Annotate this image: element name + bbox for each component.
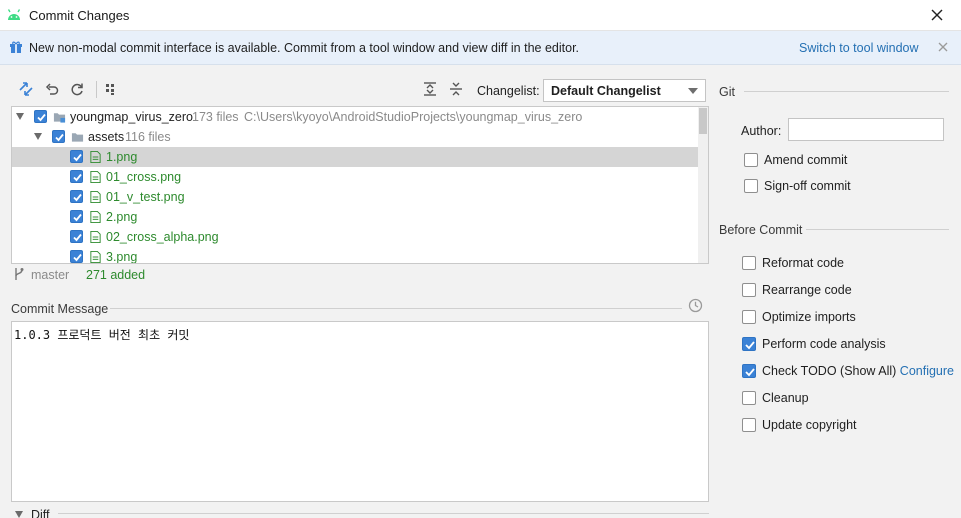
file-name: 02_cross_alpha.png: [106, 230, 219, 244]
commit-message-label: Commit Message: [11, 302, 109, 316]
folder-checkbox[interactable]: [52, 130, 65, 143]
author-field[interactable]: [788, 118, 944, 141]
file-icon: [90, 150, 101, 164]
file-icon: [90, 210, 101, 224]
checkbox-box[interactable]: [742, 310, 756, 324]
title-bar: Commit Changes: [0, 0, 961, 31]
root-count: 173 files: [192, 110, 239, 124]
author-label: Author:: [741, 124, 782, 138]
branch-icon: [15, 268, 24, 280]
tree-row-file[interactable]: 3.png: [12, 247, 698, 264]
switch-to-tool-window-link[interactable]: Switch to tool window: [799, 41, 919, 55]
banner-message: New non-modal commit interface is availa…: [29, 41, 580, 55]
expand-caret-icon[interactable]: [16, 113, 24, 120]
changelist-value: Default Changelist: [551, 84, 661, 98]
commit-message-text: 1.0.3 프로덕트 버전 최초 커밋: [14, 328, 190, 342]
file-checkbox[interactable]: [70, 210, 83, 223]
refresh-icon[interactable]: [68, 80, 86, 98]
toolbar-separator: [96, 81, 97, 98]
option-label: Rearrange code: [762, 283, 852, 297]
close-icon[interactable]: [928, 6, 946, 24]
file-name: 01_cross.png: [106, 170, 182, 184]
changes-tree[interactable]: youngmap_virus_zero 173 files C:\Users\k…: [11, 106, 709, 264]
diff-label: Diff: [31, 508, 50, 518]
option-label: Check TODO (Show All) Configure: [762, 364, 954, 378]
window-title: Commit Changes: [29, 8, 130, 23]
file-checkbox[interactable]: [70, 150, 83, 163]
file-icon: [90, 230, 101, 244]
file-checkbox[interactable]: [70, 230, 83, 243]
file-checkbox[interactable]: [70, 170, 83, 183]
option-label: Update copyright: [762, 418, 857, 432]
folder-count: 116 files: [125, 130, 171, 144]
android-icon: [7, 9, 21, 20]
checkbox-box[interactable]: [742, 283, 756, 297]
file-name: 2.png: [106, 210, 138, 224]
module-folder-icon: [53, 113, 66, 123]
file-name: 01_v_test.png: [106, 190, 185, 204]
root-name: youngmap_virus_zero: [70, 110, 193, 124]
banner-close-icon[interactable]: [937, 41, 949, 53]
show-diff-icon[interactable]: [17, 80, 35, 98]
expand-caret-icon[interactable]: [15, 511, 23, 518]
separator: [58, 513, 709, 514]
folder-icon: [71, 133, 84, 142]
tree-row-folder[interactable]: assets 116 files: [12, 127, 698, 147]
checkbox-box[interactable]: [744, 153, 758, 167]
notification-banner: New non-modal commit interface is availa…: [0, 31, 961, 65]
tree-row-file[interactable]: 02_cross_alpha.png: [12, 227, 698, 247]
collapse-all-icon[interactable]: [447, 80, 465, 98]
folder-name: assets: [88, 130, 125, 144]
group-by-icon[interactable]: [103, 80, 121, 98]
check-todo-label: Check TODO (Show All): [762, 364, 897, 378]
rollback-icon[interactable]: [43, 80, 61, 98]
option-label: Amend commit: [764, 153, 848, 167]
separator: [806, 229, 949, 230]
changelist-label: Changelist:: [477, 84, 540, 98]
separator: [110, 308, 682, 309]
tree-row-file[interactable]: 1.png: [12, 147, 698, 167]
gift-icon: [10, 41, 22, 53]
file-icon: [90, 170, 101, 184]
added-count: 271 added: [86, 268, 146, 282]
option-label: Sign-off commit: [764, 179, 851, 193]
commit-message-input[interactable]: 1.0.3 프로덕트 버전 최초 커밋: [11, 321, 709, 502]
option-label: Cleanup: [762, 391, 809, 405]
option-label: Perform code analysis: [762, 337, 886, 351]
file-icon: [90, 250, 101, 263]
checkbox-box[interactable]: [742, 337, 756, 351]
root-path: C:\Users\kyoyo\AndroidStudioProjects\you…: [244, 110, 583, 124]
checkbox-box[interactable]: [742, 418, 756, 432]
scrollbar-thumb[interactable]: [699, 108, 707, 134]
file-checkbox[interactable]: [70, 190, 83, 203]
checkbox-box[interactable]: [742, 256, 756, 270]
history-clock-icon[interactable]: [688, 298, 703, 313]
separator: [744, 91, 949, 92]
checkbox-box[interactable]: [742, 391, 756, 405]
root-checkbox[interactable]: [34, 110, 47, 123]
git-section-title: Git: [719, 85, 735, 99]
file-icon: [90, 190, 101, 204]
checkbox-box[interactable]: [742, 364, 756, 378]
tree-row-file[interactable]: 01_v_test.png: [12, 187, 698, 207]
file-name: 1.png: [106, 150, 138, 164]
file-name: 3.png: [106, 250, 138, 264]
before-commit-title: Before Commit: [719, 223, 803, 237]
configure-link[interactable]: Configure: [900, 364, 954, 378]
checkbox-box[interactable]: [744, 179, 758, 193]
chevron-down-icon: [688, 88, 698, 94]
tree-row-file[interactable]: 01_cross.png: [12, 167, 698, 187]
tree-row-file[interactable]: 2.png: [12, 207, 698, 227]
expand-all-icon[interactable]: [421, 80, 439, 98]
tree-row-root[interactable]: youngmap_virus_zero 173 files C:\Users\k…: [12, 107, 698, 127]
changelist-dropdown[interactable]: Default Changelist: [543, 79, 706, 102]
expand-caret-icon[interactable]: [34, 133, 42, 140]
option-label: Reformat code: [762, 256, 844, 270]
branch-name: master: [31, 268, 70, 282]
option-label: Optimize imports: [762, 310, 856, 324]
tree-scrollbar[interactable]: [698, 107, 708, 263]
file-checkbox[interactable]: [70, 250, 83, 263]
